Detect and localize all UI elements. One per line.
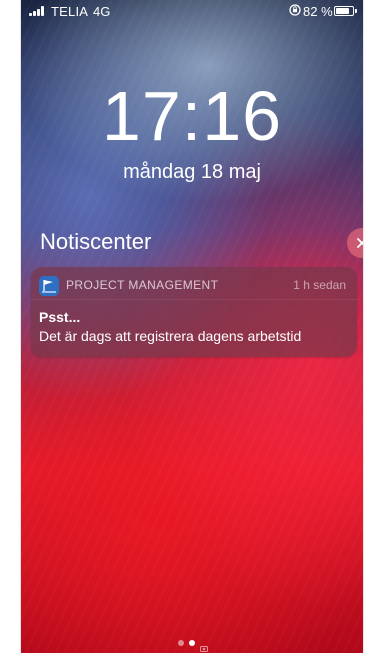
rotation-lock-icon	[289, 4, 301, 16]
notification-body: Det är dags att registrera dagens arbets…	[39, 328, 302, 344]
notification-center-title: Notiscenter	[40, 229, 152, 254]
carrier-name: TELIA	[51, 4, 89, 19]
notification-app-name: PROJECT MANAGEMENT	[66, 278, 219, 292]
signal-icon	[29, 6, 47, 16]
project-management-app-icon	[39, 276, 59, 296]
lock-screen: TELIA 4G 82 % 17:16 måndag 18 maj Notisc…	[20, 0, 364, 653]
page-dot-active[interactable]	[189, 640, 195, 646]
battery-percent: 82 %	[303, 4, 333, 19]
lock-date: måndag 18 maj	[123, 161, 261, 183]
status-bar: TELIA 4G 82 %	[21, 0, 363, 22]
network-type: 4G	[93, 4, 111, 19]
page-indicator	[21, 639, 363, 652]
notification-time: 1 h sedan	[293, 278, 346, 292]
page-dot[interactable]	[178, 640, 184, 646]
battery-icon	[334, 6, 357, 16]
camera-icon[interactable]	[200, 639, 208, 652]
battery-fill	[336, 8, 349, 14]
lock-time: 17:16	[101, 77, 283, 155]
notification-card[interactable]: PROJECT MANAGEMENT 1 h sedan Psst... Det…	[31, 267, 357, 357]
close-icon	[357, 238, 363, 248]
notification-header: PROJECT MANAGEMENT 1 h sedan	[31, 267, 357, 300]
notification-title: Psst...	[39, 309, 81, 325]
phone-frame: TELIA 4G 82 % 17:16 måndag 18 maj Notisc…	[0, 0, 383, 653]
